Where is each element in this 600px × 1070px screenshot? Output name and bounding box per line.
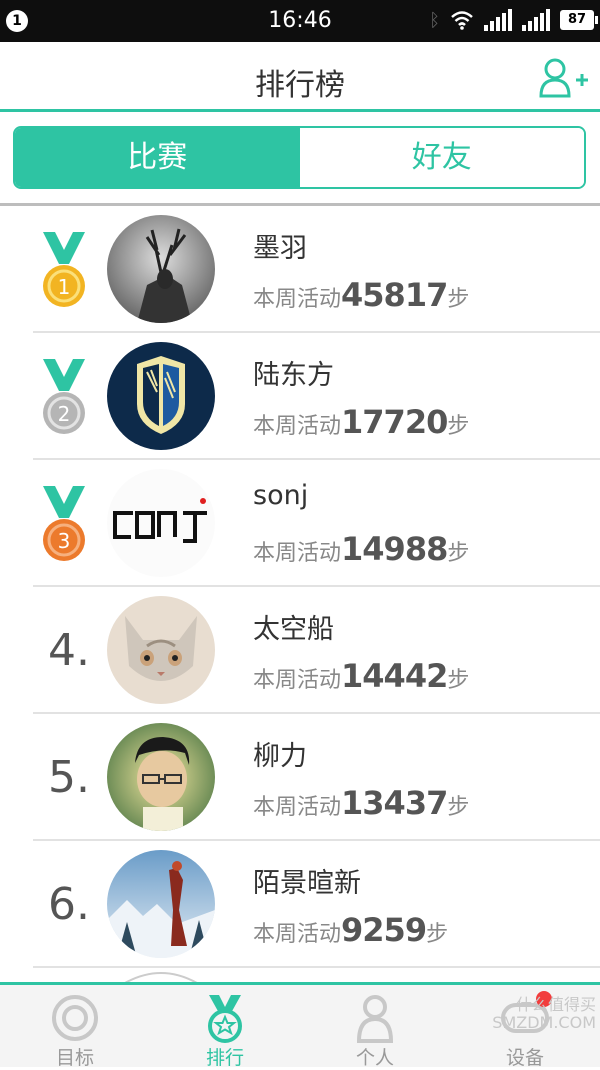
bluetooth-icon: ᛒ — [429, 9, 440, 31]
ranking-segment-control: 比赛 好友 — [13, 126, 586, 189]
list-item[interactable]: 1 墨羽 本周活动45817步 — [0, 206, 600, 333]
target-icon — [52, 995, 98, 1041]
steps-count: 45817 — [341, 276, 448, 314]
avatar-partial — [124, 972, 198, 984]
user-name: 陌景暄新 — [253, 868, 361, 899]
steps-prefix: 本周活动 — [253, 541, 342, 566]
steps-count: 14442 — [341, 657, 448, 695]
avatar — [107, 342, 215, 450]
battery-icon: 87 — [560, 10, 598, 30]
svg-text:2: 2 — [58, 402, 71, 426]
list-item[interactable]: 5. 柳力 本周活动13437步 — [0, 714, 600, 841]
tab-profile[interactable]: 个人 — [300, 985, 450, 1069]
weekly-steps: 本周活动13437步 — [253, 784, 469, 822]
signal-icon-sim2 — [522, 9, 550, 31]
add-friend-button[interactable] — [538, 56, 588, 100]
tab-goal[interactable]: 目标 — [0, 985, 150, 1069]
weekly-steps: 本周活动17720步 — [253, 403, 469, 441]
medal-icon — [208, 995, 242, 1043]
weekly-steps: 本周活动14442步 — [253, 657, 469, 695]
wifi-icon — [451, 11, 473, 30]
tab-competition[interactable]: 比赛 — [15, 128, 300, 187]
steps-suffix: 步 — [447, 541, 470, 566]
avatar — [107, 596, 215, 704]
weekly-steps: 本周活动14988步 — [253, 530, 469, 568]
tab-label: 目标 — [55, 1047, 94, 1069]
user-name: sonj — [253, 480, 309, 511]
list-item[interactable]: 6. 陌景暄新 本周活动9259步 — [0, 841, 600, 968]
steps-suffix: 步 — [447, 668, 470, 693]
steps-suffix: 步 — [447, 414, 470, 439]
bronze-medal-icon: 3 — [43, 486, 85, 561]
list-item[interactable]: 4. 太空船 本周活动14442步 — [0, 587, 600, 714]
tab-label: 设备 — [505, 1047, 544, 1069]
tab-friends[interactable]: 好友 — [299, 128, 584, 187]
rank-number: 4. — [48, 625, 90, 676]
steps-count: 9259 — [341, 911, 427, 949]
watermark-line1: 什么值得买 — [515, 995, 596, 1014]
silver-medal-icon: 2 — [43, 359, 85, 434]
add-user-icon — [539, 58, 588, 98]
person-icon — [356, 995, 394, 1043]
page-title: 排行榜 — [255, 68, 345, 103]
svg-text:1: 1 — [58, 275, 71, 299]
tab-ranking[interactable]: 排行 — [150, 985, 300, 1069]
weekly-steps: 本周活动45817步 — [253, 276, 469, 314]
steps-prefix: 本周活动 — [253, 668, 342, 693]
svg-text:3: 3 — [58, 529, 71, 553]
gold-medal-icon: 1 — [43, 232, 85, 307]
steps-suffix: 步 — [426, 922, 449, 947]
watermark: 什么值得买 SMZDM.COM — [492, 996, 596, 1032]
signal-icon — [484, 9, 512, 31]
user-name: 柳力 — [253, 741, 307, 772]
weekly-steps: 本周活动9259步 — [253, 911, 448, 949]
steps-count: 13437 — [341, 784, 448, 822]
list-item[interactable]: 3 sonj 本周活动14988步 — [0, 460, 600, 587]
user-name: 陆东方 — [253, 360, 334, 391]
steps-count: 14988 — [341, 530, 448, 568]
tab-label: 排行 — [205, 1047, 244, 1069]
rank-number: 6. — [48, 879, 90, 930]
avatar — [107, 469, 215, 577]
user-name: 墨羽 — [253, 233, 307, 264]
steps-prefix: 本周活动 — [253, 287, 342, 312]
steps-suffix: 步 — [447, 795, 470, 820]
steps-prefix: 本周活动 — [253, 414, 342, 439]
rank-number: 5. — [48, 752, 90, 803]
app-header: 排行榜 — [0, 42, 600, 112]
watermark-line2: SMZDM.COM — [492, 1013, 596, 1032]
avatar — [107, 723, 215, 831]
list-item[interactable]: 2 陆东方 本周活动17720步 — [0, 333, 600, 460]
avatar — [107, 215, 215, 323]
avatar — [107, 850, 215, 958]
tab-label: 个人 — [355, 1047, 394, 1069]
steps-count: 17720 — [341, 403, 448, 441]
list-item-partial — [0, 968, 600, 984]
steps-suffix: 步 — [447, 287, 470, 312]
leaderboard-list: 1 墨羽 本周活动45817步 2 陆东方 本周活动17720步 3 sonj … — [0, 206, 600, 968]
steps-prefix: 本周活动 — [253, 795, 342, 820]
steps-prefix: 本周活动 — [253, 922, 342, 947]
status-bar: 1 16:46 ᛒ 87 — [0, 0, 600, 42]
user-name: 太空船 — [253, 614, 334, 645]
